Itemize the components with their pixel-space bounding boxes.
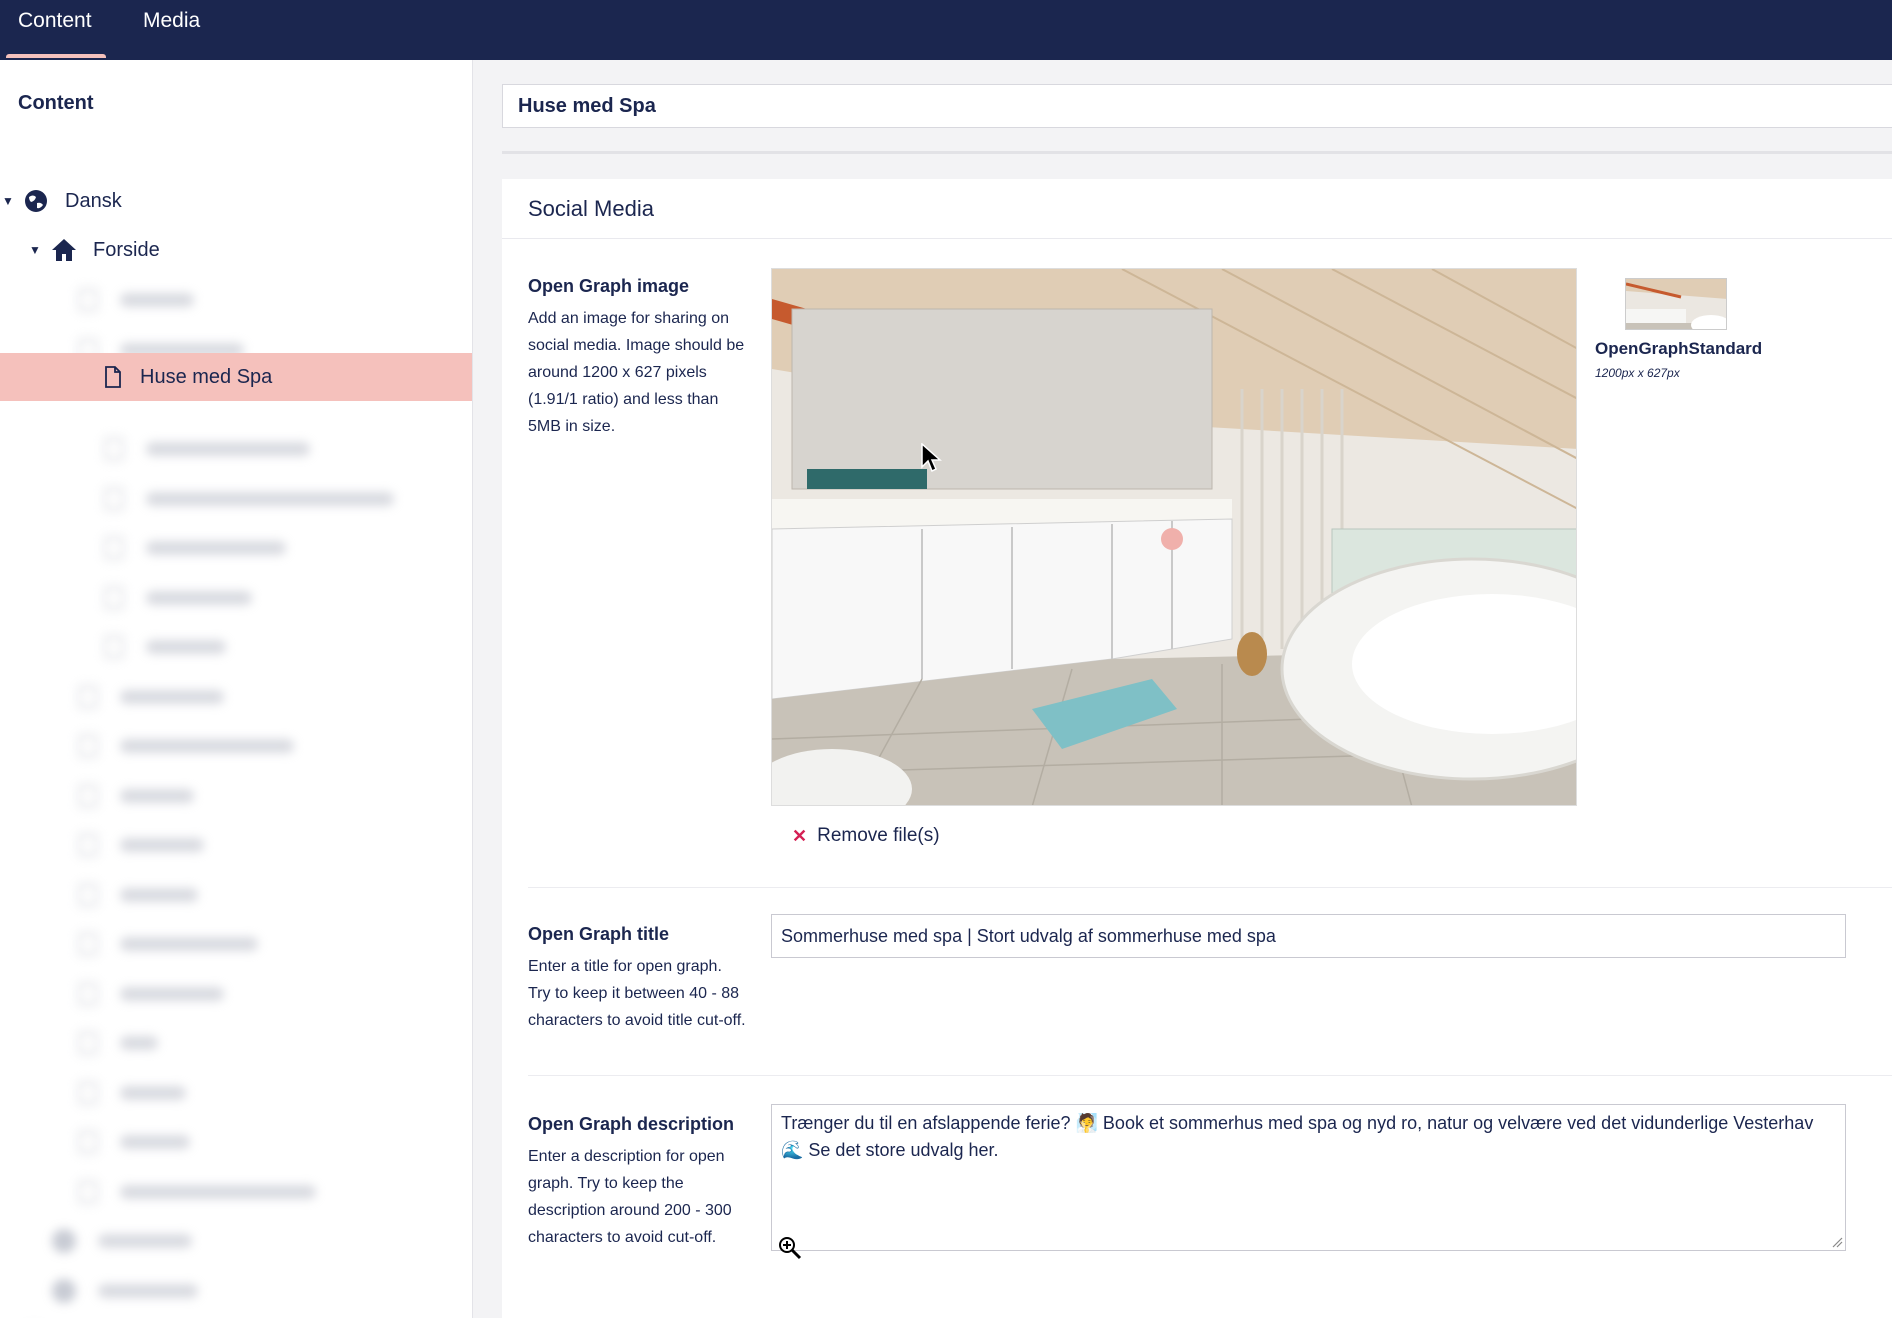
tree-item-blurred[interactable] — [0, 1020, 472, 1066]
tree-item-blurred[interactable] — [0, 1119, 472, 1165]
tree-item-blurred[interactable] — [0, 674, 472, 720]
og-image-label: Open Graph image — [528, 276, 690, 296]
crop-name: OpenGraphStandard — [1595, 339, 1763, 358]
caret-down-icon[interactable]: ▼ — [28, 243, 42, 257]
tab-media[interactable]: Media — [143, 0, 200, 58]
tree-item-blurred[interactable] — [0, 1218, 472, 1264]
tree-item-blurred[interactable] — [0, 773, 472, 819]
tree-item-blurred[interactable] — [0, 1169, 472, 1215]
og-description-label: Open Graph description — [528, 1114, 735, 1134]
group-title: Social Media — [502, 179, 1892, 239]
sidebar-title: Content — [18, 92, 94, 114]
zoom-in-icon — [779, 1237, 802, 1260]
og-title-label-block: Open Graph title Enter a title for open … — [528, 921, 748, 1034]
mouse-cursor-icon — [921, 443, 942, 473]
tree-item-blurred[interactable] — [0, 723, 472, 769]
document-icon — [96, 366, 130, 388]
tab-content[interactable]: Content — [6, 0, 106, 58]
og-description-help: Enter a description for open graph. Try … — [528, 1148, 732, 1246]
property-divider — [528, 1075, 1892, 1076]
tree-item-dansk[interactable]: ▼ Dansk — [0, 178, 472, 224]
tree-item-forside[interactable]: ▼ Forside — [0, 227, 472, 273]
property-divider — [528, 887, 1892, 888]
tree-item-blurred[interactable] — [0, 1070, 472, 1116]
tree-item-blurred[interactable] — [0, 822, 472, 868]
og-description-value: Trænger du til en afslappende ferie? 🧖 B… — [781, 1113, 1814, 1160]
tree-item-label: Huse med Spa — [140, 365, 273, 388]
tree-item-huse-med-spa[interactable]: Huse med Spa — [0, 353, 472, 401]
close-icon: ✕ — [792, 825, 808, 846]
top-navigation-bar: Content Media — [0, 0, 1892, 60]
og-description-textarea[interactable]: Trænger du til en afslappende ferie? 🧖 B… — [771, 1104, 1846, 1251]
caret-down-icon[interactable]: ▼ — [1, 194, 15, 208]
tree-item-blurred[interactable] — [0, 1268, 472, 1314]
globe-icon — [19, 189, 53, 213]
tree-item-label: Dansk — [65, 189, 122, 212]
tree-item-blurred[interactable] — [0, 872, 472, 918]
remove-files-button[interactable]: ✕ Remove file(s) — [792, 825, 940, 847]
content-tree-sidebar: Content ▼ Dansk ▼ Forside Huse med Spa — [0, 60, 473, 1318]
remove-files-label: Remove file(s) — [817, 825, 940, 846]
og-image-label-block: Open Graph image Add an image for sharin… — [528, 273, 748, 440]
og-image-description: Add an image for sharing on social media… — [528, 310, 745, 435]
og-image-preview[interactable] — [771, 268, 1577, 806]
og-description-label-block: Open Graph description Enter a descripti… — [528, 1111, 748, 1251]
resize-handle-icon[interactable] — [1831, 1236, 1843, 1248]
tree-item-blurred[interactable] — [0, 426, 472, 472]
tree-item-blurred[interactable] — [0, 277, 472, 323]
home-icon — [47, 238, 81, 262]
social-media-group: Social Media Open Graph image Add an ima… — [502, 179, 1892, 1318]
tree-item-blurred[interactable] — [0, 624, 472, 670]
tree-item-blurred[interactable] — [0, 525, 472, 571]
node-name-input[interactable]: Huse med Spa — [502, 84, 1892, 128]
tree-item-blurred[interactable] — [0, 971, 472, 1017]
tree-item-label: Forside — [93, 238, 160, 261]
og-title-description: Enter a title for open graph. Try to kee… — [528, 958, 746, 1029]
og-image-crop-thumbnail[interactable] — [1625, 278, 1727, 330]
crop-size: 1200px x 627px — [1595, 366, 1680, 380]
og-title-input[interactable]: Sommerhuse med spa | Stort udvalg af som… — [771, 914, 1846, 958]
tree-item-blurred[interactable] — [0, 476, 472, 522]
og-title-label: Open Graph title — [528, 924, 670, 944]
tree-item-blurred[interactable] — [0, 921, 472, 967]
tabs-divider — [502, 151, 1892, 154]
tree-item-blurred[interactable] — [0, 575, 472, 621]
